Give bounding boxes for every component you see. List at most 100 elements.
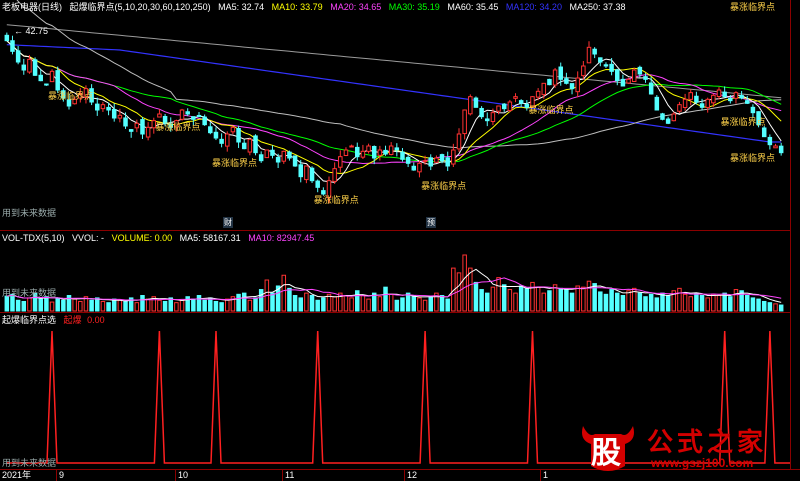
- vol-indicator-name[interactable]: VOL-TDX(5,10): [2, 233, 65, 243]
- candle-up: [264, 149, 270, 159]
- candle-down: [355, 146, 360, 158]
- ma250-value: MA250: 37.38: [569, 2, 626, 12]
- candle-down: [778, 145, 784, 154]
- candle-up: [541, 82, 547, 96]
- candle-up: [134, 122, 140, 129]
- volume-bar-down: [547, 290, 552, 312]
- candle-down: [473, 97, 479, 108]
- volume-bar-down: [558, 287, 563, 312]
- vol-ma10-value: MA10: 82947.45: [248, 233, 315, 243]
- volume-pane[interactable]: VOL-TDX(5,10) VVOL: - VOLUME: 0.00 MA5: …: [0, 230, 790, 313]
- ma60-value: MA60: 35.45: [447, 2, 499, 12]
- ma250-line: [6, 24, 782, 99]
- ind-name[interactable]: 起爆临界点选: [2, 315, 56, 325]
- price-header: 老板电器(日线) 起爆临界点(5,10,20,30,60,120,250) MA…: [2, 1, 631, 13]
- right-border: [790, 0, 791, 469]
- volume-bar-up: [716, 295, 722, 312]
- volume-bar-down: [287, 287, 292, 312]
- volume-bar-up: [225, 298, 230, 312]
- candle-up: [349, 145, 354, 148]
- candle-up: [468, 96, 473, 115]
- volume-bar-up: [677, 287, 682, 312]
- ma120-line: [6, 44, 782, 143]
- candle-down: [637, 66, 643, 75]
- axis-year: 2021年: [2, 470, 32, 480]
- candle-down: [603, 64, 609, 67]
- volume-bar-up: [575, 285, 580, 312]
- signal-label: 暴涨临界点: [48, 91, 94, 102]
- volume-bar-down: [524, 287, 530, 312]
- candle-up: [688, 92, 693, 100]
- candle-down: [699, 103, 705, 108]
- volume-bar-down: [603, 293, 609, 312]
- volume-bar-up: [496, 277, 501, 312]
- volume-bar-up: [552, 284, 558, 312]
- watermark-badge: 股: [577, 420, 639, 474]
- volume-bar-down: [564, 289, 569, 312]
- candle-up: [671, 113, 677, 122]
- volume-bar-down: [309, 295, 315, 312]
- yi-marker[interactable]: 预: [426, 217, 436, 228]
- candle-up: [490, 112, 496, 123]
- candle-down: [32, 59, 38, 76]
- volume-bar-up: [773, 303, 778, 312]
- candle-up: [27, 58, 32, 73]
- volume-bar-down: [648, 293, 654, 312]
- stock-title[interactable]: 老板电器(日线): [2, 2, 62, 12]
- volume-bar-down: [643, 296, 648, 312]
- candle-down: [479, 107, 484, 118]
- volume-bar-up: [422, 299, 428, 312]
- ma10-value: MA10: 33.79: [271, 2, 323, 12]
- axis-month-12: 12: [404, 470, 417, 481]
- indicator-name[interactable]: 起爆临界点(5,10,20,30,60,120,250): [70, 2, 211, 12]
- volume-bar-down: [518, 285, 524, 312]
- volume-bar-down: [61, 299, 66, 312]
- ma5-value: MA5: 32.74: [218, 2, 265, 12]
- candle-down: [654, 96, 660, 111]
- ma60-line: [16, 0, 782, 149]
- volume-bar-down: [292, 295, 298, 312]
- volume-bar-up: [343, 295, 349, 312]
- candlestick-chart[interactable]: [0, 0, 790, 230]
- volume-bar-up: [360, 295, 366, 312]
- price-pane[interactable]: 老板电器(日线) 起爆临界点(5,10,20,30,60,120,250) MA…: [0, 0, 790, 230]
- volume-bar-down: [95, 297, 100, 312]
- candle-down: [558, 66, 563, 80]
- signal-label: 暴涨临界点: [730, 152, 776, 163]
- volume-bar-up: [145, 298, 151, 312]
- volume-bar-down: [258, 289, 264, 312]
- watermark-badge-text: 股: [591, 436, 621, 471]
- volume-bar-up: [541, 292, 547, 312]
- future-data-note: 用到未来数据: [2, 208, 57, 218]
- volume-bar-down: [699, 295, 705, 312]
- candle-down: [439, 154, 445, 162]
- site-watermark: 股 公式之家 www.gszj100.com: [577, 420, 792, 476]
- volume-bar-up: [417, 297, 422, 312]
- volume-bar-down: [253, 297, 258, 312]
- candle-up: [332, 168, 337, 182]
- candle-down: [411, 165, 417, 171]
- candle-down: [547, 78, 552, 86]
- candle-down: [485, 118, 490, 122]
- candle-up: [496, 105, 501, 112]
- volume-bar-down: [411, 295, 417, 312]
- volume-bar-up: [388, 293, 394, 312]
- candle-up: [456, 133, 462, 150]
- volume-bar-up: [49, 301, 55, 312]
- candle-up: [281, 150, 287, 162]
- candle-down: [761, 127, 767, 138]
- volume-bar-up: [733, 289, 739, 312]
- volume-bar-down: [162, 300, 168, 312]
- candle-up: [100, 104, 106, 110]
- cai-marker[interactable]: 财: [223, 217, 233, 228]
- volume-bar-down: [609, 289, 614, 312]
- candle-down: [694, 95, 699, 103]
- candle-down: [598, 57, 603, 63]
- candle-up: [49, 70, 55, 83]
- volume-bar-down: [598, 291, 603, 312]
- volume-bar-up: [179, 299, 185, 312]
- volume-bar-down: [89, 299, 94, 312]
- volume-bar-down: [321, 297, 326, 312]
- candle-up: [360, 150, 366, 158]
- vol-ma5-line: [6, 268, 782, 303]
